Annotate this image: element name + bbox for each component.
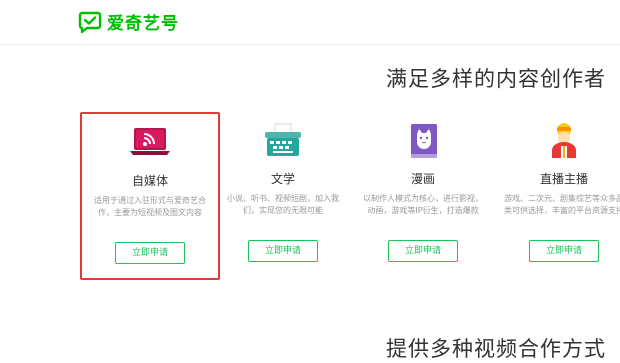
apply-button[interactable]: 立即申请 <box>248 240 318 262</box>
chat-check-icon <box>78 11 102 33</box>
card-description: 游戏、二次元、剧集综艺等众多品类可供选择，丰富的平台资源支持 <box>504 194 620 215</box>
section-title-cooperation: 提供多种视频合作方式 <box>386 337 606 361</box>
brand-logo[interactable]: 爱奇艺号 <box>78 9 179 34</box>
section-title-creators: 满足多样的内容创作者 <box>386 67 606 91</box>
card-description: 小说、听书、视频短剧，加入我们，实现您的无限可能 <box>227 194 339 215</box>
card-description: 适用于通过入驻形式与爱奇艺合作，主要为短视频及图文内容 <box>94 196 206 217</box>
card-comics[interactable]: 漫画 以制作人模式为核心，进行影视，动画，游戏等IP衍生，打造爆款 立即申请 <box>353 112 493 280</box>
typewriter-icon <box>265 123 301 156</box>
card-title: 自媒体 <box>131 174 168 188</box>
card-description: 以制作人模式为核心，进行影视，动画，游戏等IP衍生，打造爆款 <box>363 194 483 215</box>
laptop-rss-icon <box>130 128 170 155</box>
card-self-media[interactable]: 自媒体 适用于通过入驻形式与爱奇艺合作，主要为短视频及图文内容 立即申请 <box>80 112 220 280</box>
card-literature[interactable]: 文学 小说、听书、视频短剧，加入我们，实现您的无限可能 立即申请 <box>213 112 353 280</box>
top-header: 爱奇艺号 <box>0 0 620 45</box>
card-title: 直播主播 <box>539 172 588 186</box>
cat-book-icon <box>411 124 437 158</box>
apply-button[interactable]: 立即申请 <box>388 240 458 262</box>
brand-name: 爱奇艺号 <box>107 14 179 34</box>
card-title: 文学 <box>270 172 295 186</box>
streamer-avatar-icon <box>552 123 576 158</box>
card-title: 漫画 <box>410 172 435 186</box>
apply-button[interactable]: 立即申请 <box>115 242 185 264</box>
card-live-streamer[interactable]: 直播主播 游戏、二次元、剧集综艺等众多品类可供选择，丰富的平台资源支持 立即申请 <box>494 112 620 280</box>
apply-button[interactable]: 立即申请 <box>529 240 599 262</box>
